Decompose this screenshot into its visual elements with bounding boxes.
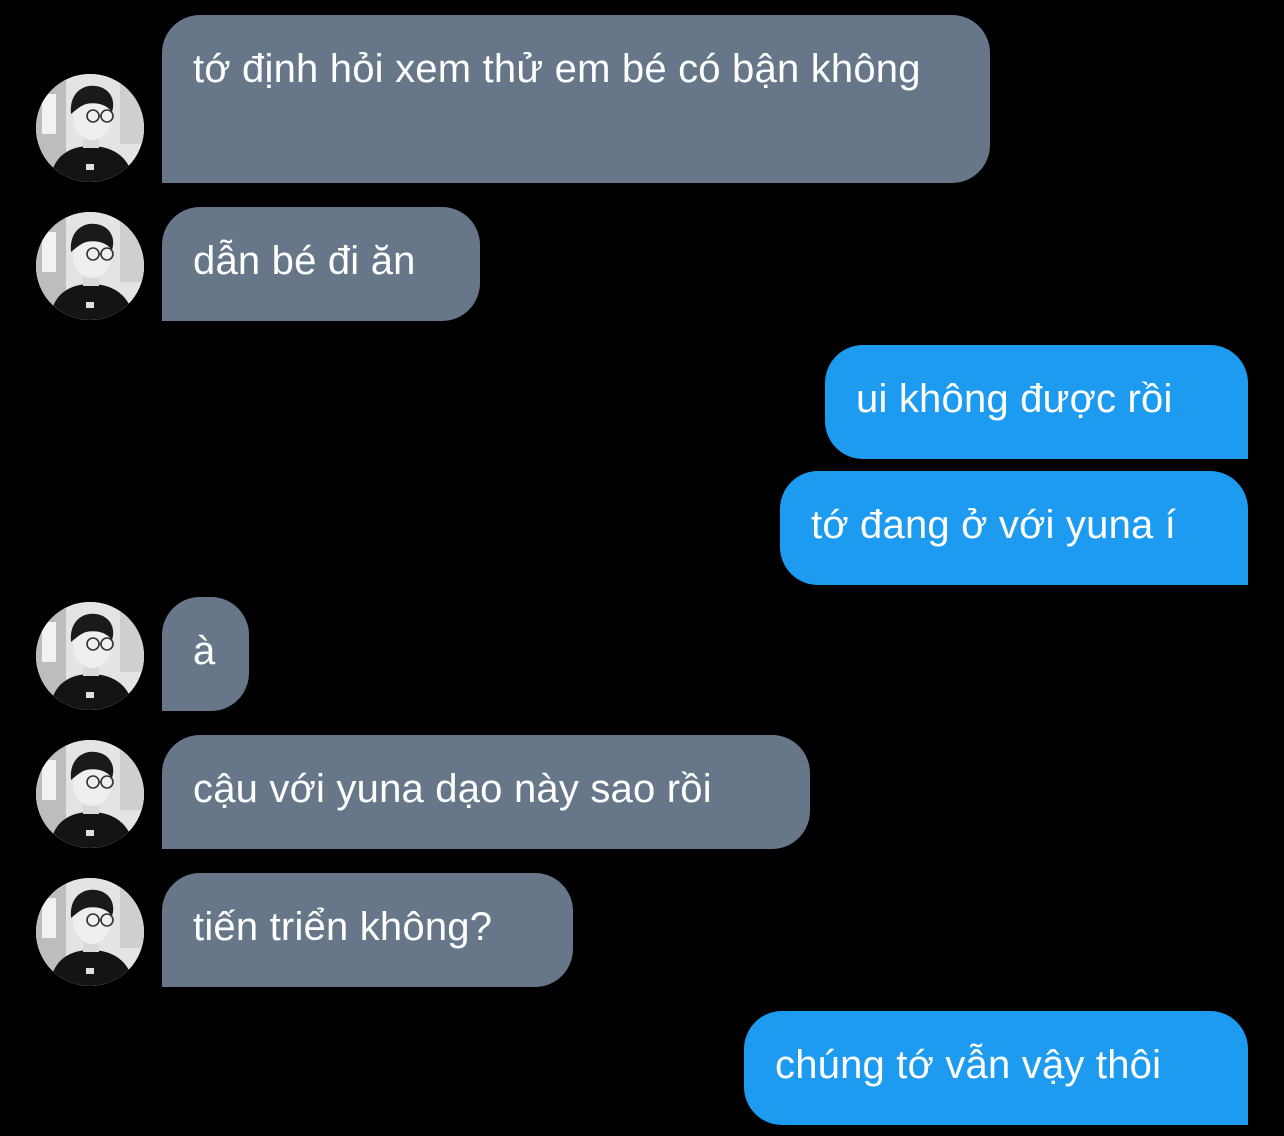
incoming-message-bubble[interactable]: tiến triển không? (162, 873, 573, 987)
contact-avatar-icon[interactable] (36, 602, 144, 710)
incoming-message-bubble[interactable]: à (162, 597, 249, 711)
profile-photo-icon (36, 740, 144, 848)
contact-avatar-icon[interactable] (36, 740, 144, 848)
outgoing-message-bubble[interactable]: ui không được rồi (825, 345, 1248, 459)
profile-photo-icon (36, 212, 144, 320)
profile-photo-icon (36, 74, 144, 182)
outgoing-message-bubble[interactable]: tớ đang ở với yuna í (780, 471, 1248, 585)
incoming-message-bubble[interactable]: dẫn bé đi ăn (162, 207, 480, 321)
incoming-message-bubble[interactable]: cậu với yuna dạo này sao rồi (162, 735, 810, 849)
contact-avatar-icon[interactable] (36, 878, 144, 986)
contact-avatar-icon[interactable] (36, 74, 144, 182)
profile-photo-icon (36, 602, 144, 710)
incoming-message-bubble[interactable]: tớ định hỏi xem thử em bé có bận không (162, 15, 990, 183)
contact-avatar-icon[interactable] (36, 212, 144, 320)
profile-photo-icon (36, 878, 144, 986)
outgoing-message-bubble[interactable]: chúng tớ vẫn vậy thôi (744, 1011, 1248, 1125)
